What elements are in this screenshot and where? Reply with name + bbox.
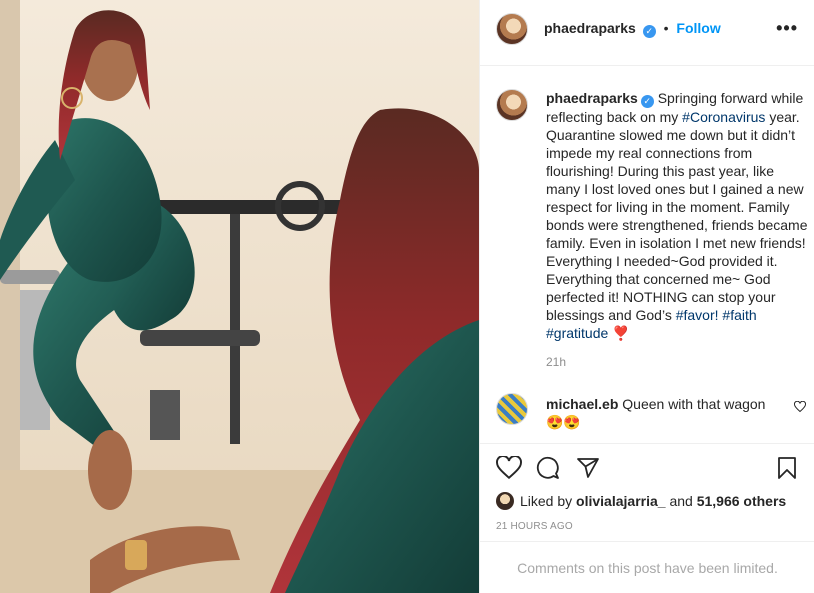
caption-author-avatar[interactable] xyxy=(496,89,528,121)
hashtag-coronavirus[interactable]: #Coronavirus xyxy=(682,109,765,125)
likes-count[interactable]: 51,966 others xyxy=(697,493,787,509)
caption-username[interactable]: phaedraparks xyxy=(546,90,638,106)
comment-text: michael.eb Queen with that wagon 😍😍 xyxy=(546,395,786,431)
author-avatar[interactable] xyxy=(496,13,528,45)
hashtag-gratitude[interactable]: #gratitude xyxy=(546,325,608,341)
liker-username[interactable]: olivialajarria_ xyxy=(576,493,666,509)
verified-badge-icon: ✓ xyxy=(642,25,656,38)
commenter-username[interactable]: michael.eb xyxy=(546,396,618,412)
comment-emoji: 😍😍 xyxy=(546,414,581,430)
heart-emoji: ❣️ xyxy=(612,325,630,341)
post-photo[interactable] xyxy=(0,0,479,593)
heart-outline-icon[interactable] xyxy=(496,456,522,480)
caption-body-2: year. Quarantine slowed me down but it d… xyxy=(546,109,808,323)
comment-bubble-icon[interactable] xyxy=(536,456,560,480)
caption-timestamp[interactable]: 21h xyxy=(546,355,566,369)
caption-text: phaedraparks ✓ Springing forward while re… xyxy=(546,89,808,342)
likes-summary: Liked by olivialajarria_ and 51,966 othe… xyxy=(496,492,786,510)
verified-badge-icon: ✓ xyxy=(640,95,654,108)
comment-body: Queen with that wagon xyxy=(622,396,766,412)
comments-limited-notice: Comments on this post have been limited. xyxy=(480,541,814,593)
post-time-ago[interactable]: 21 HOURS AGO xyxy=(496,521,573,532)
hashtag-favor[interactable]: #favor! xyxy=(676,307,719,323)
more-options-icon[interactable]: ••• xyxy=(776,18,798,39)
post-actions: Liked by olivialajarria_ and 51,966 othe… xyxy=(480,443,814,541)
author-username[interactable]: phaedraparks xyxy=(544,20,636,36)
comment-item: michael.eb Queen with that wagon 😍😍 xyxy=(496,393,806,437)
hashtag-faith[interactable]: #faith xyxy=(722,307,756,323)
post-header: phaedraparks ✓ • Follow ••• xyxy=(480,0,814,66)
photo-illustration xyxy=(0,0,479,593)
comments-section: phaedraparks ✓ Springing forward while re… xyxy=(480,67,814,443)
commenter-avatar[interactable] xyxy=(496,393,528,425)
header-user-line: phaedraparks ✓ • Follow xyxy=(544,20,721,38)
liker-avatar[interactable] xyxy=(496,492,514,510)
follow-button[interactable]: Follow xyxy=(676,20,720,36)
bookmark-icon[interactable] xyxy=(776,456,798,480)
paper-plane-icon[interactable] xyxy=(576,456,600,480)
likes-prefix: Liked by xyxy=(520,493,577,509)
comment-like-heart-icon[interactable] xyxy=(794,401,806,413)
separator-dot: • xyxy=(663,20,669,36)
likes-and: and xyxy=(665,493,697,509)
post-side-panel: phaedraparks ✓ • Follow ••• phaedraparks… xyxy=(479,0,814,593)
